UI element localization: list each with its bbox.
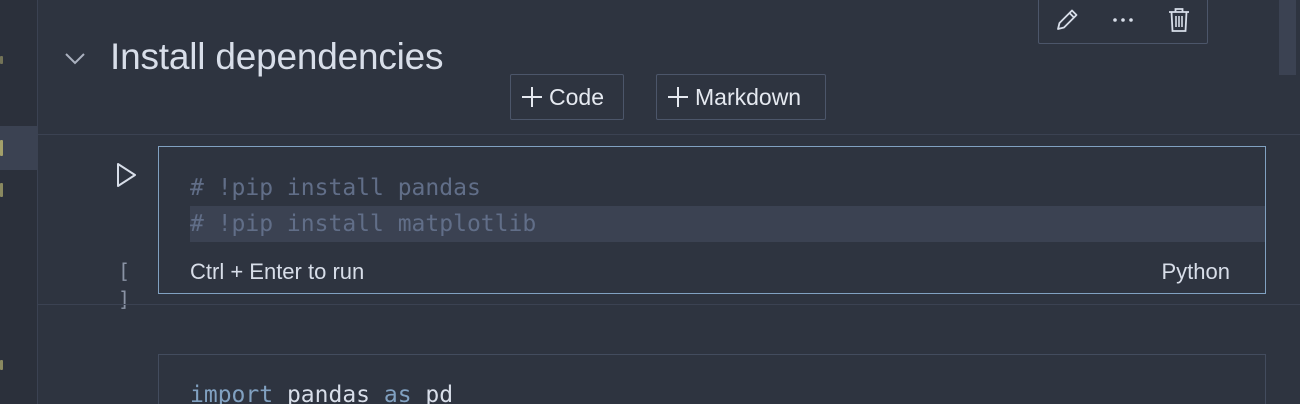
add-markdown-cell-button[interactable]: Markdown [656,74,826,120]
code-line: # !pip install pandas [190,175,481,201]
add-markdown-label: Markdown [695,83,802,110]
gutter-change-marker [0,140,3,156]
code-line: import pandas as pd [190,377,453,404]
code-cell-editor[interactable]: # !pip install pandas # !pip install mat… [158,146,1266,294]
gutter-change-marker [0,360,3,370]
execution-count: [ ] [117,259,135,311]
markdown-heading: Install dependencies [110,36,444,77]
play-icon[interactable] [110,158,142,192]
code-identifier: pd [411,382,454,404]
scrollbar-thumb[interactable] [1279,0,1296,75]
plus-icon [667,86,689,108]
code-keyword: as [383,382,412,404]
pencil-icon[interactable] [1051,4,1083,36]
notebook-editor: Install dependencies Code Markdown [] #… [0,0,1300,404]
code-keyword: import [190,382,274,404]
gutter-change-marker [0,183,3,197]
plus-icon [521,86,543,108]
left-gutter [0,0,38,404]
code-line: # !pip install matplotlib [190,211,537,237]
gutter-change-marker [0,56,3,64]
run-hint: Ctrl + Enter to run [190,259,365,284]
gutter-selected-row [0,126,37,170]
cell-divider [37,304,1300,305]
more-horizontal-icon[interactable] [1107,4,1139,36]
cell-toolbar [1038,0,1208,44]
code-cell-editor[interactable]: import pandas as pd [158,354,1266,404]
add-code-cell-button[interactable]: Code [510,74,624,120]
cell-divider [37,134,1300,135]
add-code-label: Code [549,83,604,110]
trash-icon[interactable] [1163,4,1195,36]
chevron-down-icon[interactable] [62,46,88,72]
language-selector[interactable]: Python [1162,257,1231,287]
code-identifier: pandas [273,382,384,404]
